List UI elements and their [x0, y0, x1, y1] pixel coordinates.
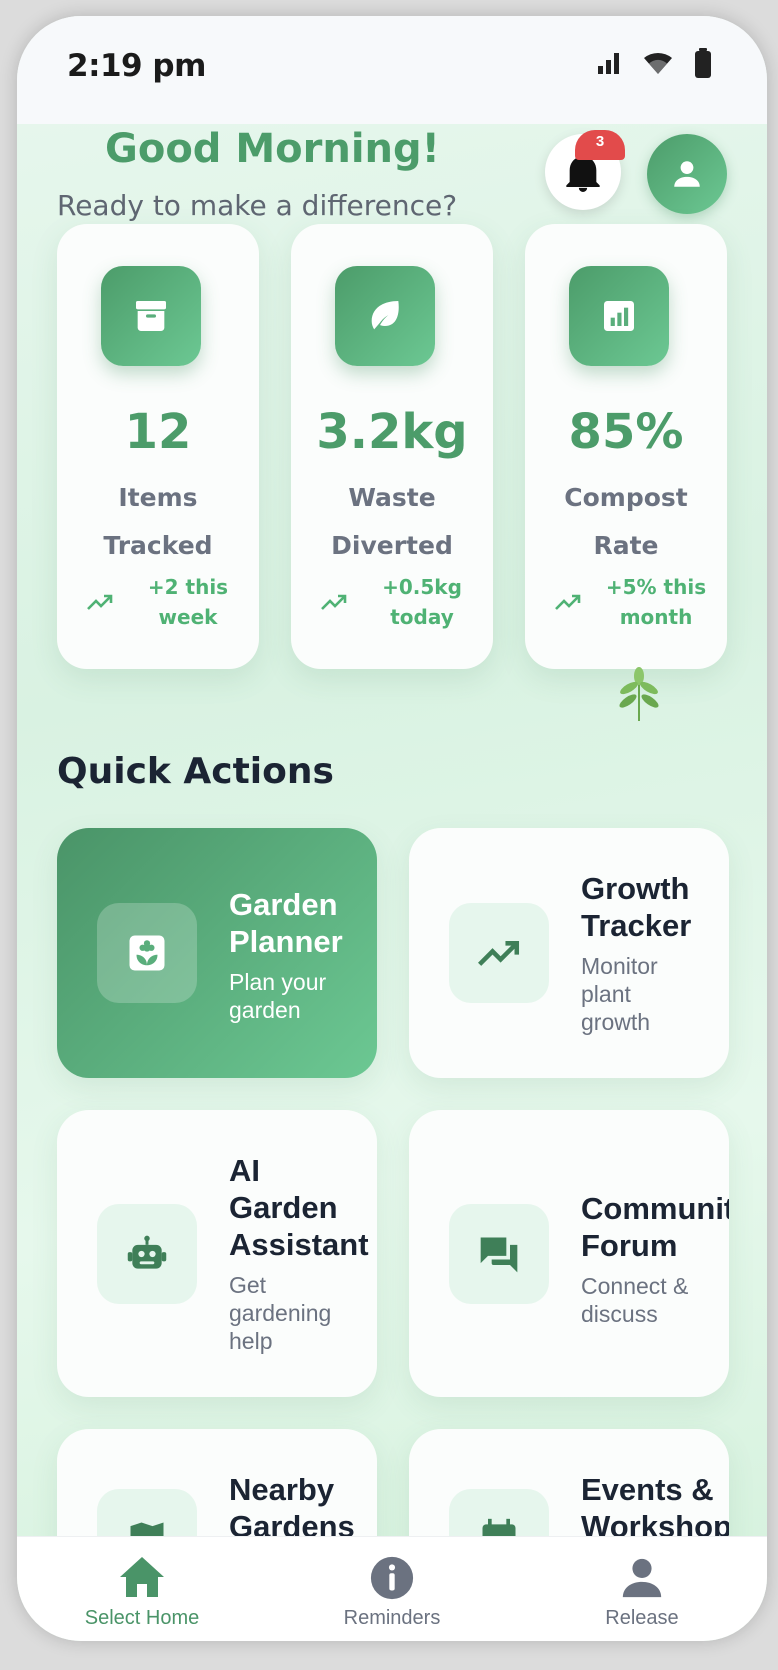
stat-value: 3.2kg: [316, 404, 468, 460]
wifi-icon: [644, 52, 672, 74]
card-text: Nearby Gardens: [229, 1471, 377, 1545]
stat-value: 12: [124, 404, 192, 460]
nav-icon-wrap: [267, 1555, 517, 1601]
stat-trend: +0.5kg today: [321, 572, 483, 632]
ai-garden-assistant-card[interactable]: AI Garden Assistant Get gardening help: [57, 1110, 377, 1397]
nav-icon-wrap: [517, 1555, 767, 1601]
card-text: Community Forum Connect & discuss: [581, 1190, 729, 1328]
card-title: Events & Workshops: [581, 1472, 729, 1544]
stats-row: 12 Items Tracked +2 this week 3.2kg Wast…: [57, 224, 727, 669]
stat-trend-text: +5% this month: [605, 575, 707, 629]
status-bar: 2:19 pm: [17, 16, 767, 124]
stat-label: Compost Rate: [564, 483, 688, 560]
notifications-button[interactable]: 3: [545, 130, 625, 210]
growth-tracker-card[interactable]: Growth Tracker Monitor plant growth: [409, 828, 729, 1078]
archive-icon: [136, 301, 166, 331]
stat-trend: +5% this month: [555, 572, 717, 632]
card-title: Garden Planner: [229, 887, 343, 959]
trending-up-icon: [555, 594, 581, 610]
stat-card-items[interactable]: 12 Items Tracked +2 this week: [57, 224, 259, 669]
nav-release[interactable]: Release: [517, 1537, 767, 1641]
card-title: Community Forum: [581, 1191, 729, 1263]
analytics-icon: [604, 301, 634, 331]
home-icon: [120, 1557, 164, 1597]
card-text: AI Garden Assistant Get gardening help: [229, 1152, 377, 1355]
card-desc: Connect & discuss: [581, 1273, 689, 1327]
bottom-nav: Select Home Reminders Release: [17, 1536, 767, 1641]
forum-icon: [480, 1237, 518, 1273]
nav-label: Reminders: [343, 1607, 441, 1629]
card-title: Growth Tracker: [581, 871, 692, 943]
greeting-title: Good Morning!: [105, 126, 440, 172]
trending-up-icon: [87, 594, 113, 610]
stat-card-compost[interactable]: 85% Compost Rate +5% this month: [525, 224, 727, 669]
stat-icon-bg: [569, 266, 669, 366]
quick-actions-title: Quick Actions: [57, 751, 334, 792]
stat-trend-text: +0.5kg today: [382, 575, 462, 629]
person-icon: [622, 1558, 662, 1598]
local-florist-icon: [129, 935, 165, 971]
stat-label: Items Tracked: [103, 483, 213, 560]
card-icon-bg: [449, 1204, 549, 1304]
stat-card-waste[interactable]: 3.2kg Waste Diverted +0.5kg today: [291, 224, 493, 669]
stat-label: Waste Diverted: [331, 483, 453, 560]
person-icon: [674, 161, 700, 187]
battery-icon: [695, 48, 711, 78]
stat-value: 85%: [568, 404, 684, 460]
community-forum-card[interactable]: Community Forum Connect & discuss: [409, 1110, 729, 1397]
card-text: Growth Tracker Monitor plant growth: [581, 870, 729, 1036]
card-title: AI Garden Assistant: [229, 1153, 369, 1262]
leaf-icon: [371, 301, 399, 330]
signal-icon: [598, 53, 619, 74]
card-desc: Plan your garden: [229, 969, 327, 1023]
card-icon-bg: [97, 1204, 197, 1304]
nav-icon-wrap: [17, 1555, 267, 1599]
stat-icon-bg: [101, 266, 201, 366]
robot-icon: [127, 1235, 167, 1269]
nav-label: Release: [605, 1607, 679, 1629]
notification-badge: 3: [575, 130, 625, 160]
nav-home[interactable]: Select Home: [17, 1537, 267, 1641]
stat-trend-text: +2 this week: [147, 575, 229, 629]
info-icon: [370, 1556, 414, 1600]
card-text: Events & Workshops: [581, 1471, 729, 1545]
card-desc: Monitor plant growth: [581, 953, 658, 1035]
status-icons: [596, 48, 712, 78]
stat-icon-bg: [335, 266, 435, 366]
trending-up-icon: [321, 594, 347, 610]
card-text: Garden Planner Plan your garden: [229, 886, 377, 1024]
status-time: 2:19 pm: [67, 48, 206, 84]
card-icon-bg: [97, 903, 197, 1003]
greeting-subtitle: Ready to make a difference?: [57, 189, 458, 222]
card-title: Nearby Gardens: [229, 1472, 355, 1544]
card-desc: Get gardening help: [229, 1272, 332, 1354]
decorative-leaf-icon: [619, 667, 659, 721]
trending-up-icon: [478, 941, 520, 966]
garden-planner-card[interactable]: Garden Planner Plan your garden: [57, 828, 377, 1078]
nav-label: Select Home: [84, 1607, 200, 1629]
profile-avatar-button[interactable]: [647, 134, 727, 214]
nav-reminders[interactable]: Reminders: [267, 1537, 517, 1641]
card-icon-bg: [449, 903, 549, 1003]
stat-trend: +2 this week: [87, 572, 249, 632]
phone-screen: 2:19 pm Good Morning! Ready to make a di…: [17, 16, 767, 1641]
